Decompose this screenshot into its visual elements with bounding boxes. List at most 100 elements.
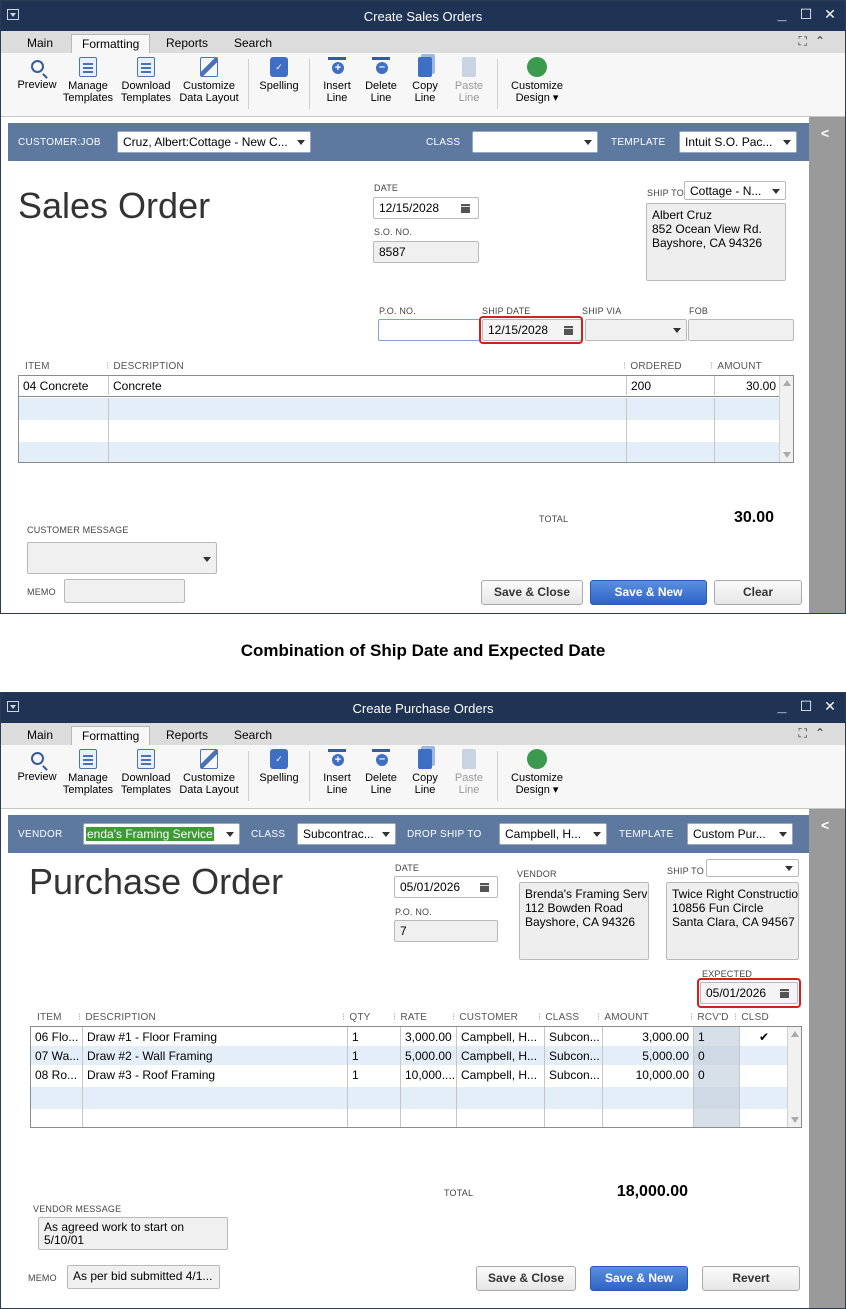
tab-main[interactable]: Main [17, 726, 63, 745]
table-row[interactable] [31, 1087, 789, 1109]
table-row[interactable] [19, 398, 781, 420]
memo-field[interactable] [64, 579, 185, 603]
class-dropdown[interactable] [472, 131, 598, 153]
paste-line-button[interactable]: Paste Line [449, 57, 489, 104]
customer-message-dropdown[interactable] [27, 542, 217, 574]
close-icon[interactable]: ✕ [823, 6, 837, 24]
amount-cell[interactable]: 30.00 [715, 376, 781, 395]
customer-cell[interactable]: Campbell, H... [457, 1065, 545, 1087]
save-close-button[interactable]: Save & Close [476, 1266, 576, 1291]
vendor-message-field[interactable]: As agreed work to start on 5/10/01 [38, 1217, 228, 1250]
customer-job-dropdown[interactable]: Cruz, Albert:Cottage - New C... [117, 131, 311, 153]
template-dropdown[interactable]: Custom Pur... [687, 823, 793, 845]
preview-button[interactable]: Preview [15, 57, 59, 91]
so-number-field[interactable]: 8587 [373, 241, 479, 263]
clsd-checkbox[interactable]: ✔ [740, 1027, 789, 1046]
customize-data-layout-button[interactable]: Customize Data Layout [176, 57, 242, 104]
fob-field[interactable] [688, 319, 794, 341]
expand-icon[interactable]: ⛶ [799, 726, 815, 740]
save-new-button[interactable]: Save & New [590, 1266, 688, 1291]
history-panel-toggle[interactable]: < [809, 117, 845, 613]
copy-line-button[interactable]: Copy Line [405, 749, 445, 796]
tab-search[interactable]: Search [224, 726, 282, 745]
class-cell[interactable]: Subcon... [545, 1065, 603, 1087]
po-number-field[interactable] [378, 319, 480, 341]
spelling-button[interactable]: ✓ Spelling [255, 749, 303, 784]
rate-cell[interactable]: 3,000.00 [401, 1027, 457, 1046]
delete-line-button[interactable]: DeleteLine [361, 749, 401, 796]
date-field[interactable]: 12/15/2028 [373, 197, 479, 219]
amount-cell[interactable]: 3,000.00 [603, 1027, 694, 1046]
drop-ship-to-dropdown[interactable]: Campbell, H... [499, 823, 607, 845]
table-scrollbar[interactable] [787, 1027, 801, 1127]
clsd-checkbox[interactable] [740, 1065, 789, 1087]
save-close-button[interactable]: Save & Close [481, 580, 583, 605]
preview-button[interactable]: Preview [15, 749, 59, 783]
save-new-button[interactable]: Save & New [590, 580, 707, 605]
amount-cell[interactable]: 5,000.00 [603, 1046, 694, 1065]
calendar-icon[interactable] [461, 204, 470, 213]
expand-icon[interactable]: ⛶ [799, 34, 815, 48]
template-dropdown[interactable]: Intuit S.O. Pac... [679, 131, 797, 153]
rate-cell[interactable]: 10,000.... [401, 1065, 457, 1087]
date-field[interactable]: 05/01/2026 [394, 876, 498, 898]
maximize-icon[interactable]: ☐ [799, 698, 813, 716]
table-row[interactable]: 08 Ro... Draw #3 - Roof Framing 1 10,000… [31, 1065, 789, 1087]
spelling-button[interactable]: ✓ Spelling [255, 57, 303, 92]
vendor-address[interactable]: Brenda's Framing Serv 112 Bowden Road Ba… [519, 882, 649, 960]
class-cell[interactable]: Subcon... [545, 1027, 603, 1046]
table-row[interactable]: 07 Wa... Draw #2 - Wall Framing 1 5,000.… [31, 1046, 789, 1065]
rate-cell[interactable]: 5,000.00 [401, 1046, 457, 1065]
ordered-cell[interactable]: 200 [627, 376, 715, 395]
tab-main[interactable]: Main [17, 34, 63, 53]
customize-design-button[interactable]: Customize Design ▾ [505, 749, 569, 796]
close-icon[interactable]: ✕ [823, 698, 837, 716]
clsd-checkbox[interactable] [740, 1046, 789, 1065]
history-panel-toggle[interactable]: < [809, 809, 845, 1308]
table-row[interactable] [19, 442, 781, 462]
vendor-dropdown[interactable]: enda's Framing Service [83, 823, 240, 845]
qty-cell[interactable]: 1 [348, 1027, 401, 1046]
table-row[interactable] [19, 420, 781, 442]
clear-button[interactable]: Clear [714, 580, 802, 605]
item-cell[interactable]: 06 Flo... [31, 1027, 83, 1046]
scroll-down-icon[interactable] [783, 452, 791, 458]
customer-cell[interactable]: Campbell, H... [457, 1046, 545, 1065]
paste-line-button[interactable]: Paste Line [449, 749, 489, 796]
download-templates-button[interactable]: Download Templates [117, 749, 175, 796]
collapse-ribbon-icon[interactable]: ⌃ [815, 34, 833, 48]
memo-field[interactable]: As per bid submitted 4/1... [67, 1265, 220, 1289]
item-cell[interactable]: 04 Concrete [19, 376, 109, 395]
copy-line-button[interactable]: Copy Line [405, 57, 445, 104]
scroll-up-icon[interactable] [783, 380, 791, 386]
insert-line-button[interactable]: InsertLine [317, 57, 357, 104]
ship-to-dropdown[interactable] [706, 859, 799, 877]
class-dropdown[interactable]: Subcontrac... [297, 823, 396, 845]
manage-templates-button[interactable]: Manage Templates [61, 749, 115, 796]
customer-cell[interactable]: Campbell, H... [457, 1027, 545, 1046]
table-row[interactable]: 06 Flo... Draw #1 - Floor Framing 1 3,00… [31, 1027, 789, 1046]
maximize-icon[interactable]: ☐ [799, 6, 813, 24]
description-cell[interactable]: Concrete [109, 376, 627, 395]
tab-search[interactable]: Search [224, 34, 282, 53]
customize-data-layout-button[interactable]: Customize Data Layout [176, 749, 242, 796]
download-templates-button[interactable]: Download Templates [117, 57, 175, 104]
amount-cell[interactable]: 10,000.00 [603, 1065, 694, 1087]
table-scrollbar[interactable] [779, 376, 793, 462]
ship-via-dropdown[interactable] [585, 319, 687, 341]
table-row[interactable] [31, 1109, 789, 1127]
class-cell[interactable]: Subcon... [545, 1046, 603, 1065]
item-cell[interactable]: 08 Ro... [31, 1065, 83, 1087]
calendar-icon[interactable] [480, 883, 489, 892]
description-cell[interactable]: Draw #2 - Wall Framing [83, 1046, 348, 1065]
tab-formatting[interactable]: Formatting [71, 726, 151, 745]
collapse-ribbon-icon[interactable]: ⌃ [815, 726, 833, 740]
insert-line-button[interactable]: InsertLine [317, 749, 357, 796]
po-number-field[interactable]: 7 [394, 920, 498, 942]
description-cell[interactable]: Draw #1 - Floor Framing [83, 1027, 348, 1046]
minimize-icon[interactable]: _ [775, 6, 789, 24]
qty-cell[interactable]: 1 [348, 1046, 401, 1065]
manage-templates-button[interactable]: Manage Templates [61, 57, 115, 104]
scroll-up-icon[interactable] [791, 1031, 799, 1037]
table-row[interactable]: 04 Concrete Concrete 200 30.00 [19, 376, 781, 395]
